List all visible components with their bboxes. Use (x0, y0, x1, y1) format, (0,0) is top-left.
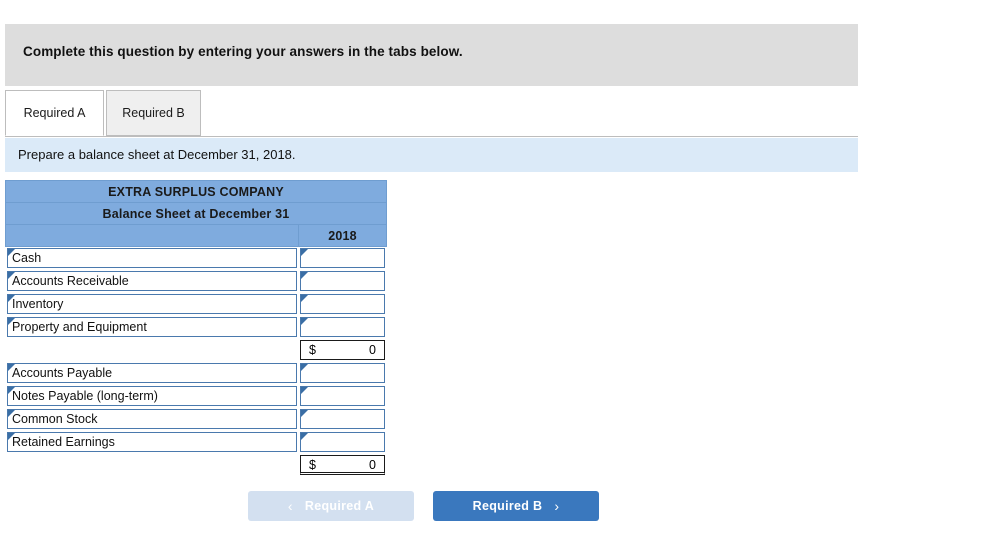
account-label-cell-common-stock[interactable]: Common Stock (5, 407, 299, 431)
account-value-cell-common-stock[interactable] (298, 407, 387, 431)
tab-required-a-label: Required A (23, 106, 86, 120)
tab-required-a[interactable]: Required A (5, 90, 104, 136)
prev-required-a-label: Required A (304, 499, 375, 513)
account-value-cell-retained-earnings[interactable] (298, 430, 387, 454)
table-row: Inventory (5, 292, 387, 316)
account-value-cell-inventory[interactable] (298, 292, 387, 316)
account-value-cell-notes-payable[interactable] (298, 384, 387, 408)
accounts-payable-label-input[interactable]: Accounts Payable (7, 363, 297, 383)
property-and-equipment-label-text: Property and Equipment (12, 320, 147, 334)
notes-payable-label-input[interactable]: Notes Payable (long-term) (7, 386, 297, 406)
common-stock-label-text: Common Stock (12, 412, 98, 426)
account-label-cell-property-and-equipment[interactable]: Property and Equipment (5, 315, 299, 339)
accounts-payable-label-text: Accounts Payable (12, 366, 113, 380)
retained-earnings-label-text: Retained Earnings (12, 435, 115, 449)
accounts-receivable-label-text: Accounts Receivable (12, 274, 129, 288)
notes-payable-value-input[interactable] (300, 386, 385, 406)
retained-earnings-label-input[interactable]: Retained Earnings (7, 432, 297, 452)
total-assets-label-cell (5, 338, 299, 362)
table-row-total-liabilities-equity: $ 0 (5, 453, 387, 477)
chevron-left-icon: ‹ (287, 498, 293, 514)
instruction-banner-text: Complete this question by entering your … (23, 44, 463, 59)
account-label-cell-cash[interactable]: Cash (5, 246, 299, 270)
table-row-company-title: EXTRA SURPLUS COMPANY (5, 180, 387, 203)
table-row-total-assets: $ 0 (5, 338, 387, 362)
common-stock-value-input[interactable] (300, 409, 385, 429)
total-assets-amount: 0 (369, 343, 376, 357)
total-liabilities-equity-currency: $ (309, 458, 316, 472)
cash-label-text: Cash (12, 251, 42, 265)
tab-required-b[interactable]: Required B (106, 90, 201, 136)
cash-value-input[interactable] (300, 248, 385, 268)
prev-required-a-button[interactable]: ‹ Required A (248, 491, 414, 521)
total-assets-box: $ 0 (300, 340, 385, 360)
next-required-b-button[interactable]: Required B › (433, 491, 599, 521)
table-row: Common Stock (5, 407, 387, 431)
account-label-cell-notes-payable[interactable]: Notes Payable (long-term) (5, 384, 299, 408)
table-row: Notes Payable (long-term) (5, 384, 387, 408)
total-liabilities-equity-value-cell: $ 0 (298, 453, 387, 477)
inventory-label-input[interactable]: Inventory (7, 294, 297, 314)
total-liabilities-equity-amount: 0 (369, 458, 376, 472)
accounts-receivable-label-input[interactable]: Accounts Receivable (7, 271, 297, 291)
property-and-equipment-value-input[interactable] (300, 317, 385, 337)
table-row: Accounts Payable (5, 361, 387, 385)
table-row: Accounts Receivable (5, 269, 387, 293)
table-row: Cash (5, 246, 387, 270)
table-row-column-headers: 2018 (5, 224, 387, 247)
statement-title-cell: Balance Sheet at December 31 (5, 202, 387, 225)
chevron-right-icon: › (554, 498, 560, 514)
inventory-label-text: Inventory (12, 297, 64, 311)
common-stock-label-input[interactable]: Common Stock (7, 409, 297, 429)
balance-sheet-table: EXTRA SURPLUS COMPANY Balance Sheet at D… (5, 180, 387, 477)
account-value-cell-accounts-payable[interactable] (298, 361, 387, 385)
account-label-cell-retained-earnings[interactable]: Retained Earnings (5, 430, 299, 454)
inventory-value-input[interactable] (300, 294, 385, 314)
accounts-receivable-value-input[interactable] (300, 271, 385, 291)
question-prompt-bar: Prepare a balance sheet at December 31, … (5, 138, 858, 172)
company-name-cell: EXTRA SURPLUS COMPANY (5, 180, 387, 203)
retained-earnings-value-input[interactable] (300, 432, 385, 452)
account-value-cell-accounts-receivable[interactable] (298, 269, 387, 293)
blank-header-cell (5, 224, 299, 247)
total-assets-currency: $ (309, 343, 316, 357)
account-label-cell-accounts-receivable[interactable]: Accounts Receivable (5, 269, 299, 293)
total-liabilities-equity-box: $ 0 (300, 455, 385, 475)
account-value-cell-cash[interactable] (298, 246, 387, 270)
table-row: Retained Earnings (5, 430, 387, 454)
accounts-payable-value-input[interactable] (300, 363, 385, 383)
total-assets-value-cell: $ 0 (298, 338, 387, 362)
cash-label-input[interactable]: Cash (7, 248, 297, 268)
table-row-statement-title: Balance Sheet at December 31 (5, 202, 387, 225)
tab-strip-baseline (5, 136, 858, 137)
property-and-equipment-label-input[interactable]: Property and Equipment (7, 317, 297, 337)
table-row: Property and Equipment (5, 315, 387, 339)
account-value-cell-property-and-equipment[interactable] (298, 315, 387, 339)
question-prompt-text: Prepare a balance sheet at December 31, … (18, 147, 296, 162)
instruction-banner: Complete this question by entering your … (5, 24, 858, 86)
year-header-cell: 2018 (298, 224, 387, 247)
account-label-cell-accounts-payable[interactable]: Accounts Payable (5, 361, 299, 385)
tab-required-b-label: Required B (122, 106, 185, 120)
next-required-b-label: Required B (472, 499, 543, 513)
total-liabilities-equity-label-cell (5, 453, 299, 477)
account-label-cell-inventory[interactable]: Inventory (5, 292, 299, 316)
notes-payable-label-text: Notes Payable (long-term) (12, 389, 158, 403)
tab-strip: Required A Required B (5, 90, 858, 137)
